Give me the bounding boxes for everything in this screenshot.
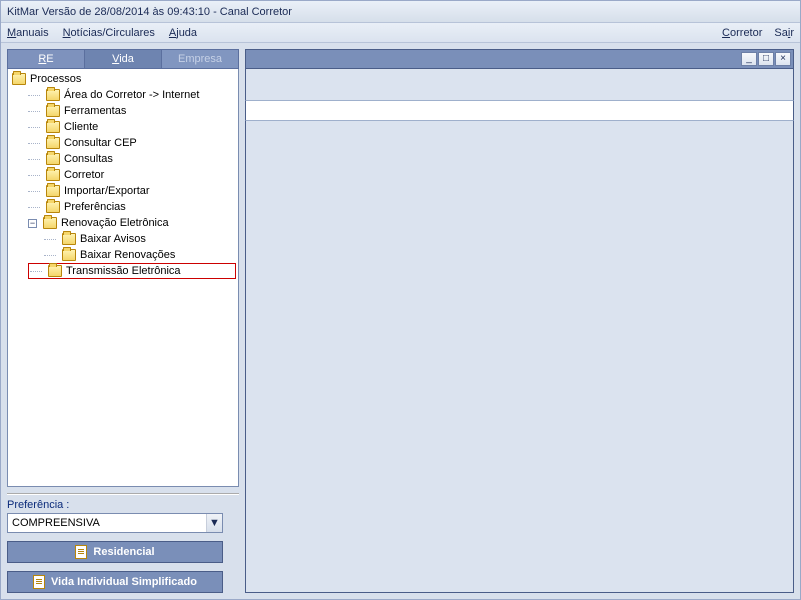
left-panel: RE Vida Empresa Processos Área do Corret… [7,49,239,593]
close-button[interactable]: × [775,52,791,66]
mdi-toolbar [245,69,794,101]
tree-item[interactable]: Baixar Avisos [44,231,236,247]
menu-sair[interactable]: Sair [772,26,796,40]
folder-icon [48,265,62,277]
folder-icon [62,249,76,261]
tree-renovacao[interactable]: − Renovação Eletrônica [28,215,236,231]
collapse-icon[interactable]: − [28,219,37,228]
document-icon [75,545,87,559]
document-icon [33,575,45,589]
tree-item[interactable]: Cliente [28,119,236,135]
tree-children-renov: Baixar Avisos Baixar Renovações [28,231,236,263]
tree-item[interactable]: Importar/Exportar [28,183,236,199]
tree-label: Processos [30,73,81,85]
window-title: KitMar Versão de 28/08/2014 às 09:43:10 … [7,6,292,18]
folder-icon [46,137,60,149]
folder-icon [46,153,60,165]
tree-item[interactable]: Consultas [28,151,236,167]
tree-transmissao[interactable]: Transmissão Eletrônica [28,263,236,279]
folder-icon [46,105,60,117]
residencial-button[interactable]: Residencial [7,541,223,563]
preference-label: Preferência : [7,499,239,511]
button-label: Residencial [93,546,154,558]
folder-icon [46,169,60,181]
tree-item[interactable]: Área do Corretor -> Internet [28,87,236,103]
menubar: Manuais Notícias/Circulares Ajuda Corret… [1,23,800,43]
preference-block: Preferência : COMPREENSIVA ▼ Residencial… [7,493,239,593]
app-window: KitMar Versão de 28/08/2014 às 09:43:10 … [0,0,801,600]
mdi-body [245,121,794,593]
menu-noticias[interactable]: Notícias/Circulares [61,26,157,40]
tree-children: Área do Corretor -> Internet Ferramentas… [12,87,236,279]
folder-icon [46,201,60,213]
tree-panel[interactable]: Processos Área do Corretor -> Internet F… [7,69,239,487]
tab-vida[interactable]: Vida [85,49,162,69]
preference-combo[interactable]: COMPREENSIVA ▼ [7,513,223,533]
minimize-button[interactable]: _ [741,52,757,66]
menubar-right: Corretor Sair [720,26,796,40]
folder-icon [46,89,60,101]
tree-item[interactable]: Consultar CEP [28,135,236,151]
menubar-left: Manuais Notícias/Circulares Ajuda [5,26,199,40]
titlebar: KitMar Versão de 28/08/2014 às 09:43:10 … [1,1,800,23]
menu-ajuda[interactable]: Ajuda [167,26,199,40]
folder-icon [43,217,57,229]
menu-manuais[interactable]: Manuais [5,26,51,40]
tree-item[interactable]: Corretor [28,167,236,183]
tab-empresa[interactable]: Empresa [162,49,239,69]
button-label: Vida Individual Simplificado [51,576,197,588]
right-panel: _ □ × [245,49,794,593]
tabs: RE Vida Empresa [7,49,239,69]
tree-processos[interactable]: Processos [12,71,236,87]
preference-value: COMPREENSIVA [8,517,206,529]
mdi-titlebar: _ □ × [245,49,794,69]
tree-item[interactable]: Ferramentas [28,103,236,119]
maximize-button[interactable]: □ [758,52,774,66]
folder-icon [46,185,60,197]
tree-item[interactable]: Preferências [28,199,236,215]
tab-re[interactable]: RE [7,49,85,69]
body: RE Vida Empresa Processos Área do Corret… [1,43,800,599]
mdi-inputbar[interactable] [245,101,794,121]
tree-item[interactable]: Baixar Renovações [44,247,236,263]
vida-simplificado-button[interactable]: Vida Individual Simplificado [7,571,223,593]
menu-corretor[interactable]: Corretor [720,26,764,40]
chevron-down-icon[interactable]: ▼ [206,514,222,532]
folder-icon [62,233,76,245]
tree-root: Processos Área do Corretor -> Internet F… [10,71,236,279]
folder-icon [12,73,26,85]
folder-icon [46,121,60,133]
